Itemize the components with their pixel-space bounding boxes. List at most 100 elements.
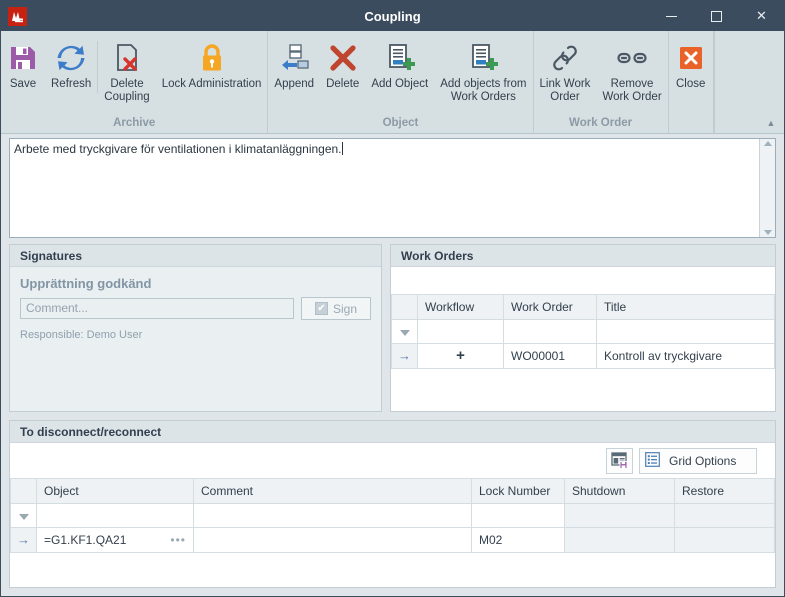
cell-lock-number[interactable]: M02 — [471, 526, 565, 553]
middle-section: Signatures Upprättning godkänd Comment..… — [9, 244, 776, 412]
sign-button-label: Sign — [332, 301, 358, 316]
add-objects-from-work-orders-button[interactable]: Add objects from Work Orders — [434, 37, 532, 104]
filter-cell-workflow[interactable] — [417, 318, 504, 344]
cell-workflow[interactable]: + — [417, 342, 504, 369]
filter-cell-work-order[interactable] — [503, 318, 597, 344]
ribbon-group-label-object: Object — [382, 117, 419, 129]
column-header-lock-number[interactable]: Lock Number — [471, 479, 565, 504]
delete-object-button[interactable]: Delete — [320, 37, 365, 91]
save-layout-icon[interactable] — [606, 447, 633, 474]
column-header-restore[interactable]: Restore — [674, 479, 775, 504]
grid-empty-area — [10, 552, 775, 587]
description-scrollbar[interactable] — [759, 139, 775, 237]
add-object-button[interactable]: Add Object — [365, 37, 434, 91]
list-options-icon — [645, 451, 660, 470]
signatures-panel: Signatures Upprättning godkänd Comment..… — [9, 244, 382, 412]
signature-section-title: Upprättning godkänd — [20, 276, 152, 291]
cell-object-value: =G1.KF1.QA21 — [44, 532, 127, 547]
close-button[interactable]: Close — [669, 37, 713, 91]
ribbon-group-archive: Save Refresh Delete Coupling Lock Admini… — [1, 31, 269, 134]
signatures-panel-title: Signatures — [10, 245, 381, 267]
add-object-icon — [384, 39, 416, 77]
delete-coupling-button-label: Delete Coupling — [104, 78, 150, 103]
filter-cell-title[interactable] — [596, 318, 775, 344]
column-header-work-order[interactable]: Work Order — [503, 295, 597, 320]
work-orders-panel-title: Work Orders — [391, 245, 775, 267]
disconnect-grid: Object Comment Lock Number Shutdown Rest… — [10, 479, 775, 587]
table-row[interactable]: → =G1.KF1.QA21 ••• M02 — [10, 526, 775, 553]
filter-cell-shutdown — [564, 502, 675, 528]
disconnect-reconnect-panel: To disconnect/reconnect Grid Options Obj… — [9, 420, 776, 588]
refresh-button[interactable]: Refresh — [45, 37, 97, 91]
append-arrow-icon — [278, 39, 310, 77]
disconnect-grid-wrapper: Object Comment Lock Number Shutdown Rest… — [10, 479, 775, 587]
link-work-order-button-label: Link Work Order — [539, 78, 591, 103]
append-button[interactable]: Append — [268, 37, 320, 91]
chain-link-icon — [549, 39, 581, 77]
red-x-icon — [327, 39, 359, 77]
delete-coupling-button[interactable]: Delete Coupling — [98, 37, 155, 104]
save-button[interactable]: Save — [1, 37, 45, 91]
filter-cell-object[interactable] — [36, 502, 194, 528]
ribbon-group-close: Close — [669, 31, 714, 134]
row-indicator-arrow-icon: → — [391, 342, 418, 369]
column-header-object[interactable]: Object — [36, 479, 194, 504]
lock-administration-button[interactable]: Lock Administration — [156, 37, 268, 91]
add-objects-from-work-orders-button-label: Add objects from Work Orders — [440, 78, 527, 103]
column-header-title[interactable]: Title — [596, 295, 775, 320]
sign-button[interactable]: ✔ Sign — [301, 297, 371, 320]
signatures-body: Upprättning godkänd Comment... ✔ Sign Re… — [10, 267, 381, 341]
description-value: Arbete med tryckgivare för ventilationen… — [14, 142, 342, 156]
cell-comment[interactable] — [193, 526, 472, 553]
chevron-up-icon[interactable]: ▲ — [762, 114, 780, 132]
disconnect-filter-row — [10, 502, 775, 528]
description-text[interactable]: Arbete med tryckgivare för ventilationen… — [10, 139, 759, 237]
scroll-up-arrow-icon[interactable] — [763, 141, 772, 146]
cell-work-order[interactable]: WO00001 — [503, 342, 597, 369]
add-objects-from-work-orders-icon — [467, 39, 499, 77]
remove-work-order-button[interactable]: Remove Work Order — [596, 37, 667, 104]
cell-shutdown[interactable] — [564, 526, 675, 553]
work-orders-panel: Work Orders Workflow Work Order Title → … — [390, 244, 776, 412]
filter-funnel-icon[interactable] — [391, 318, 418, 344]
delete-object-button-label: Delete — [326, 78, 360, 90]
filter-funnel-icon[interactable] — [10, 502, 37, 528]
ribbon-group-label-work-order: Work Order — [569, 117, 633, 129]
close-icon[interactable]: ✕ — [739, 1, 784, 31]
check-icon: ✔ — [314, 302, 328, 315]
ribbon-group-work-order: Link Work Order Remove Work Order Work O… — [534, 31, 669, 134]
work-orders-toolstrip — [391, 267, 775, 295]
maximize-icon[interactable] — [694, 1, 739, 31]
delete-coupling-icon — [111, 39, 143, 77]
column-header-shutdown[interactable]: Shutdown — [564, 479, 675, 504]
column-header-workflow[interactable]: Workflow — [417, 295, 504, 320]
disconnect-toolbar: Grid Options — [10, 443, 775, 479]
minimize-icon[interactable] — [649, 1, 694, 31]
title-bar: Coupling ✕ — [1, 1, 784, 31]
cell-restore[interactable] — [674, 526, 775, 553]
scroll-down-arrow-icon[interactable] — [763, 230, 772, 235]
link-work-order-button[interactable]: Link Work Order — [534, 37, 597, 104]
refresh-button-label: Refresh — [51, 78, 92, 90]
app-logo-icon — [8, 6, 27, 26]
row-indicator-arrow-icon: → — [10, 526, 37, 553]
filter-cell-comment[interactable] — [193, 502, 472, 528]
comment-input[interactable]: Comment... — [20, 298, 294, 319]
column-header-indicator — [391, 295, 418, 320]
close-button-label: Close — [675, 78, 706, 90]
object-browse-ellipsis-button[interactable]: ••• — [164, 533, 186, 547]
work-orders-grid: Workflow Work Order Title → + WO00001 Ko… — [391, 295, 775, 369]
cell-object[interactable]: =G1.KF1.QA21 ••• — [36, 526, 194, 553]
text-caret — [341, 142, 343, 155]
refresh-arrows-icon — [55, 39, 87, 77]
table-row[interactable]: → + WO00001 Kontroll av tryckgivare — [391, 342, 775, 369]
append-button-label: Append — [274, 78, 315, 90]
filter-cell-lock-number[interactable] — [471, 502, 565, 528]
grid-options-button[interactable]: Grid Options — [639, 447, 757, 474]
broken-link-icon — [616, 39, 648, 77]
description-textarea[interactable]: Arbete med tryckgivare för ventilationen… — [9, 138, 776, 238]
disconnect-header-row: Object Comment Lock Number Shutdown Rest… — [10, 479, 775, 504]
cell-title[interactable]: Kontroll av tryckgivare — [596, 342, 775, 369]
column-header-comment[interactable]: Comment — [193, 479, 472, 504]
lock-administration-button-label: Lock Administration — [161, 78, 262, 90]
